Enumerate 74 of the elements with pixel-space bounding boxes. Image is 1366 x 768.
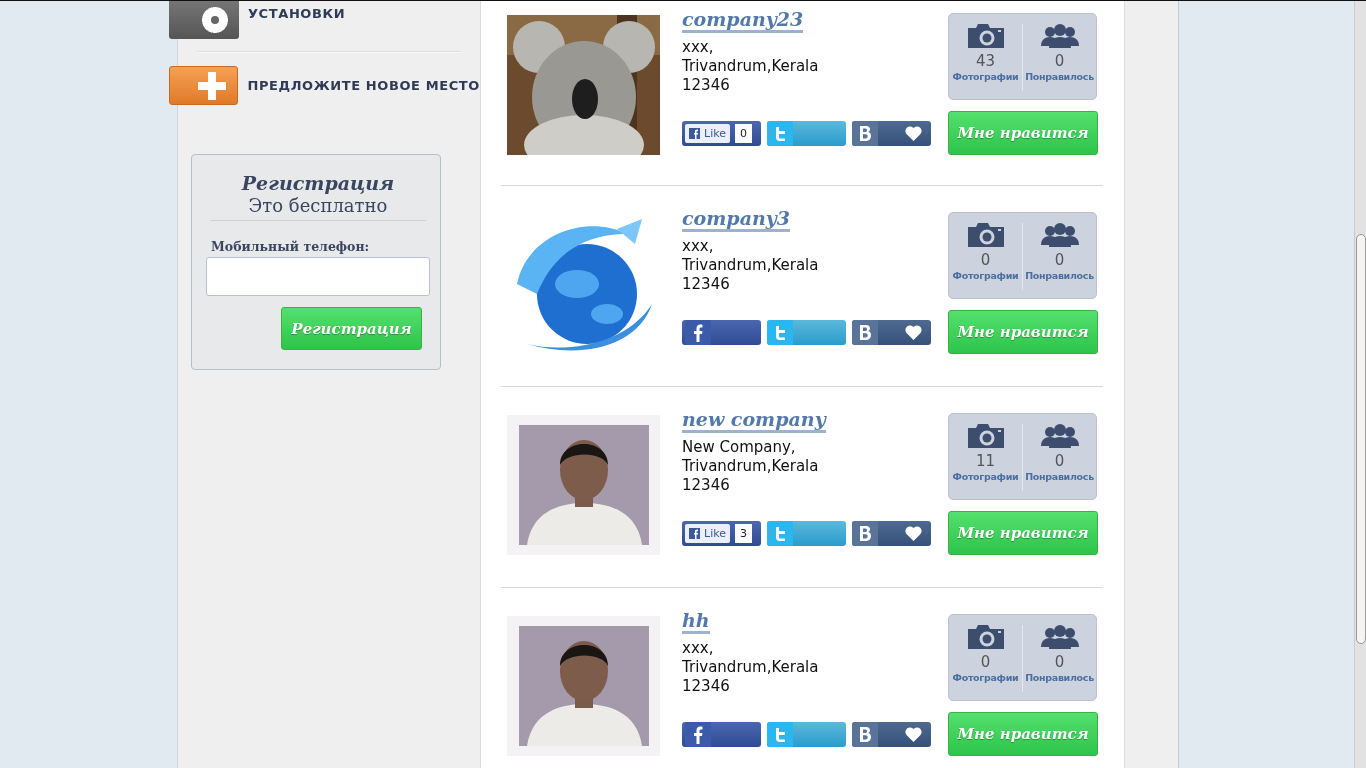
address-text: New Company, Trivandrum,Kerala 12346 [682, 438, 820, 496]
vk-button[interactable] [852, 121, 931, 146]
like-label: Like [704, 527, 726, 540]
facebook-icon [693, 323, 703, 342]
twitter-button[interactable] [767, 722, 846, 747]
twitter-button[interactable] [767, 121, 846, 146]
twitter-icon [774, 525, 786, 542]
vk-button[interactable] [852, 722, 931, 747]
twitter-icon [774, 324, 786, 341]
company-link[interactable]: company23 [682, 8, 804, 33]
photos-label: Фотографии [952, 270, 1019, 281]
heart-icon [905, 727, 922, 742]
address-text: xxx, Trivandrum,Kerala 12346 [682, 237, 820, 295]
camera-icon [967, 24, 1004, 48]
facebook-like-button[interactable]: Like 3 [682, 521, 761, 546]
people-icon [1040, 625, 1079, 649]
facebook-share-button[interactable] [682, 722, 761, 747]
company-link[interactable]: new company [682, 408, 826, 433]
vk-button[interactable] [852, 521, 931, 546]
photos-label: Фотографии [952, 672, 1019, 683]
vk-icon [859, 526, 871, 541]
settings-button[interactable] [169, 1, 239, 39]
registration-subtitle: Это бесплатно [247, 195, 389, 217]
camera-icon [967, 223, 1004, 247]
people-icon [1040, 223, 1079, 247]
facebook-icon [689, 128, 700, 139]
add-button[interactable] [169, 66, 239, 105]
people-icon [1040, 24, 1079, 48]
like-count: 0 [1054, 250, 1065, 270]
facebook-like-button[interactable]: Like 0 [682, 121, 761, 146]
address-text: xxx, Trivandrum,Kerala 12346 [682, 639, 820, 697]
vk-icon [859, 325, 871, 340]
vk-icon [859, 727, 871, 742]
menu-link[interactable]: ПРЕДЛОЖИТЕ НОВОЕ МЕСТО [247, 78, 480, 93]
likes-label: Понравилось [1025, 270, 1094, 281]
photo-count: 0 [980, 652, 991, 672]
photo-count: 0 [980, 250, 991, 270]
like-count: 3 [734, 524, 752, 543]
likes-label: Понравилось [1025, 672, 1094, 683]
facebook-icon [693, 725, 703, 744]
like-count: 0 [1054, 451, 1065, 471]
photos-label: Фотографии [952, 71, 1019, 82]
twitter-button[interactable] [767, 320, 846, 345]
photo-count: 11 [975, 451, 996, 471]
facebook-icon [689, 528, 700, 539]
company-link[interactable]: company3 [682, 207, 791, 232]
phone-label: Мобильный телефон: [211, 239, 371, 254]
address-text: xxx, Trivandrum,Kerala 12346 [682, 38, 820, 96]
like-count: 0 [1054, 652, 1065, 672]
facebook-share-button[interactable] [682, 320, 761, 345]
photos-label: Фотографии [952, 471, 1019, 482]
likes-label: Понравилось [1025, 71, 1094, 82]
vk-button[interactable] [852, 320, 931, 345]
scrollbar[interactable] [1354, 1, 1366, 768]
phone-input[interactable] [206, 257, 430, 296]
like-count: 0 [1054, 51, 1065, 71]
menu-link[interactable]: УСТАНОВКИ [248, 5, 346, 21]
camera-icon [967, 424, 1004, 448]
twitter-icon [774, 125, 786, 142]
registration-title: Регистрация [240, 171, 396, 195]
like-count: 0 [734, 124, 752, 143]
heart-icon [905, 325, 922, 340]
company-link[interactable]: hh [682, 609, 710, 634]
plus-icon [197, 70, 228, 101]
vk-icon [859, 126, 871, 141]
twitter-icon [774, 726, 786, 743]
heart-icon [905, 526, 922, 541]
people-icon [1040, 424, 1079, 448]
like-label: Like [704, 127, 726, 140]
likes-label: Понравилось [1025, 471, 1094, 482]
camera-icon [967, 625, 1004, 649]
photo-count: 43 [975, 51, 996, 71]
heart-icon [905, 126, 922, 141]
twitter-button[interactable] [767, 521, 846, 546]
